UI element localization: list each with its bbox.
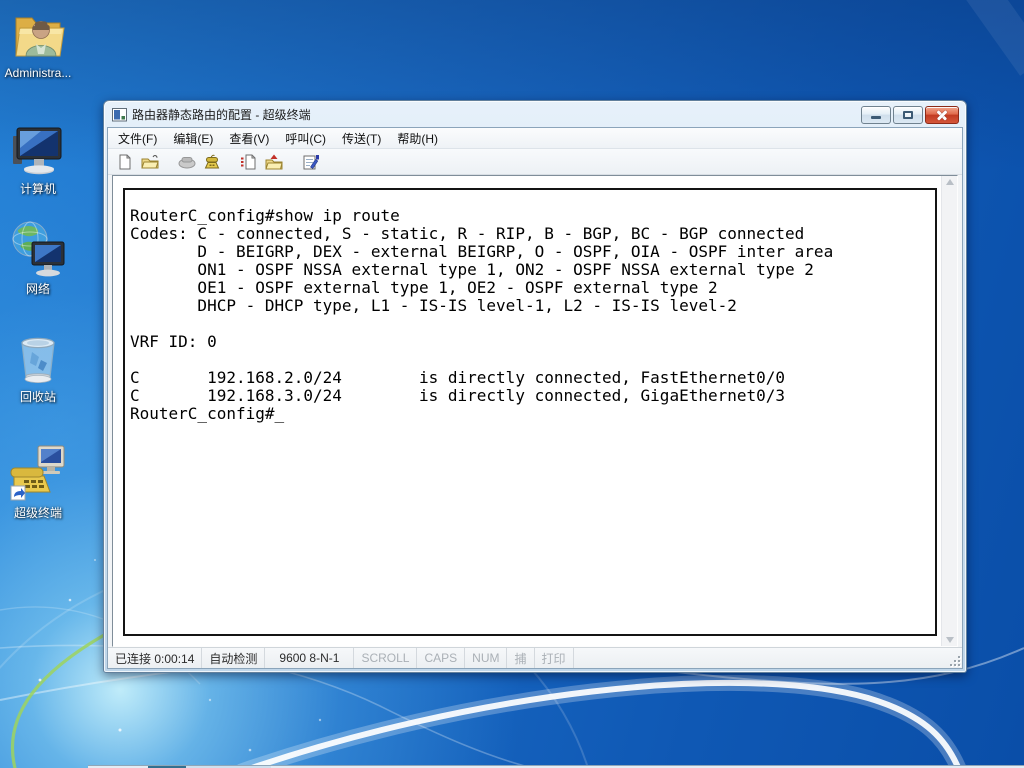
desktop-icon-hyperterminal[interactable]: 超级终端 <box>2 442 74 520</box>
status-baud: 9600 8-N-1 <box>265 648 355 668</box>
statusbar: 已连接 0:00:14 自动检测 9600 8-N-1 SCROLL CAPS … <box>108 647 962 668</box>
properties-button[interactable] <box>300 151 322 172</box>
menu-transfer[interactable]: 传送(T) <box>334 128 389 149</box>
network-icon <box>12 221 65 277</box>
desktop-icon-administrator[interactable]: Administra... <box>2 8 74 80</box>
status-scroll: SCROLL <box>354 648 418 668</box>
menubar: 文件(F) 编辑(E) 查看(V) 呼叫(C) 传送(T) 帮助(H) <box>108 128 962 149</box>
desktop-icon-label: 超级终端 <box>13 506 62 520</box>
receive-file-button[interactable] <box>263 151 285 172</box>
recycle-bin-icon <box>21 337 55 384</box>
hyperterminal-window-icon <box>112 107 127 121</box>
send-text-file-icon <box>241 154 256 169</box>
menu-help[interactable]: 帮助(H) <box>389 128 446 149</box>
call-phone-icon <box>204 154 220 168</box>
menu-edit[interactable]: 编辑(E) <box>165 128 221 149</box>
receive-file-icon <box>265 154 283 169</box>
minimize-button[interactable] <box>861 105 891 124</box>
menu-call[interactable]: 呼叫(C) <box>277 128 334 149</box>
open-folder-icon <box>141 154 159 168</box>
status-caps: CAPS <box>417 648 466 668</box>
close-icon <box>936 109 948 121</box>
terminal-panel: RouterC_config#show ip route Codes: C - … <box>112 175 958 647</box>
resize-grip[interactable] <box>950 656 960 666</box>
status-capture: 捕 <box>507 648 535 668</box>
maximize-icon <box>903 110 913 119</box>
desktop-icon-label: 计算机 <box>19 182 56 196</box>
terminal-screen-wrap: RouterC_config#show ip route Codes: C - … <box>113 176 941 646</box>
status-detection: 自动检测 <box>202 648 266 668</box>
vertical-scrollbar[interactable] <box>941 176 957 646</box>
menu-file[interactable]: 文件(F) <box>110 128 165 149</box>
maximize-button[interactable] <box>893 105 923 124</box>
hyperterminal-shortcut-icon <box>10 445 65 501</box>
menu-view[interactable]: 查看(V) <box>221 128 277 149</box>
call-button[interactable] <box>201 151 223 172</box>
terminal-output: RouterC_config#show ip route Codes: C - … <box>130 206 834 423</box>
desktop-icon-label: 回收站 <box>19 390 56 404</box>
scrollbar-up-icon[interactable] <box>945 179 954 185</box>
scrollbar-down-icon[interactable] <box>945 637 954 643</box>
hyperterminal-window: 路由器静态路由的配置 - 超级终端 文件(F) 编辑(E) 查看(V) 呼叫(C… <box>103 100 967 673</box>
new-connection-icon <box>119 154 131 169</box>
desktop-icon-computer[interactable]: 计算机 <box>2 122 74 196</box>
properties-icon <box>303 154 319 169</box>
close-button[interactable] <box>925 105 959 124</box>
user-folder-icon <box>15 17 65 57</box>
window-title: 路由器静态路由的配置 - 超级终端 <box>132 108 311 122</box>
window-body: 文件(F) 编辑(E) 查看(V) 呼叫(C) 传送(T) 帮助(H) Rout… <box>107 127 963 669</box>
send-text-file-button[interactable] <box>238 151 260 172</box>
desktop-icon-label: Administra... <box>4 66 72 80</box>
toolbar <box>108 149 962 175</box>
status-print: 打印 <box>535 648 574 668</box>
computer-icon <box>13 127 62 175</box>
open-button[interactable] <box>139 151 161 172</box>
titlebar[interactable]: 路由器静态路由的配置 - 超级终端 <box>107 104 963 127</box>
disconnect-button[interactable] <box>176 151 198 172</box>
minimize-icon <box>871 116 881 119</box>
terminal-screen[interactable]: RouterC_config#show ip route Codes: C - … <box>123 188 937 636</box>
desktop-icon-recycle-bin[interactable]: 回收站 <box>2 330 74 404</box>
desktop-icon-label: 网络 <box>25 282 50 296</box>
disconnect-phone-icon <box>178 157 196 169</box>
status-connection: 已连接 0:00:14 <box>108 648 203 668</box>
terminal-client-area: RouterC_config#show ip route Codes: C - … <box>108 175 962 647</box>
status-num: NUM <box>465 648 508 668</box>
new-connection-button[interactable] <box>114 151 136 172</box>
desktop-icon-network[interactable]: 网络 <box>2 218 74 296</box>
